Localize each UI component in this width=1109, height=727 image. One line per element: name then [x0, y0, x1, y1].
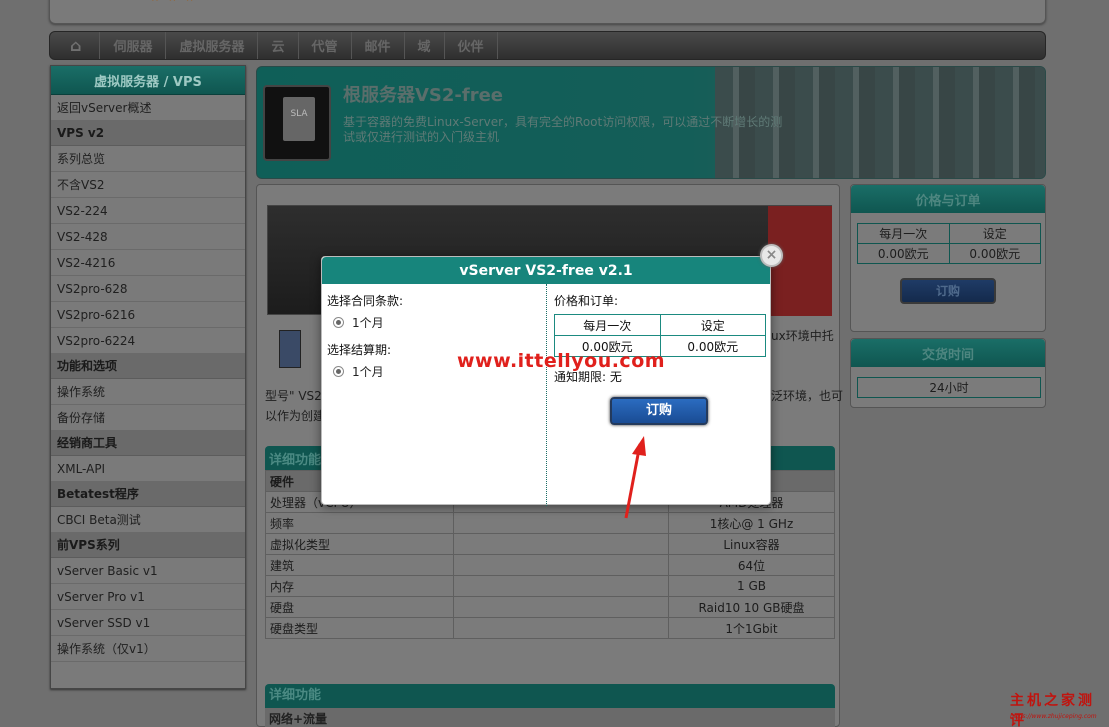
corner-logo: 主机之家测评: [1010, 693, 1095, 727]
contract-label: 选择合同条款:: [327, 294, 404, 308]
radio-selected-icon[interactable]: [333, 317, 344, 328]
modal-options: 选择合同条款: 1个月 选择结算期: 1个月: [322, 284, 547, 506]
watermark-text: www.ittellyou.com: [457, 350, 666, 372]
modal-order-button[interactable]: 订购: [610, 397, 708, 425]
contract-radio[interactable]: 1个月: [333, 314, 384, 331]
price-col-setup: 设定: [659, 314, 766, 336]
close-icon[interactable]: ×: [760, 244, 783, 267]
billing-label: 选择结算期:: [327, 343, 392, 357]
modal-pricing: 价格和订单: 每月一次 设定 0.00欧元 0.00欧元 通知期限: 无 订购: [548, 284, 772, 506]
annotation-arrow-icon: [624, 436, 646, 519]
price-label: 价格和订单:: [554, 294, 619, 308]
modal-title: vServer VS2-free v2.1: [322, 257, 770, 284]
billing-radio[interactable]: 1个月: [333, 363, 384, 380]
contract-option-label: 1个月: [352, 316, 384, 330]
order-modal: vServer VS2-free v2.1 选择合同条款: 1个月 选择结算期:…: [321, 256, 772, 506]
billing-option-label: 1个月: [352, 365, 384, 379]
corner-url: https://www.zhujiceping.com: [1010, 713, 1097, 720]
price-setup: 0.00欧元: [659, 335, 766, 357]
price-col-monthly: 每月一次: [554, 314, 661, 336]
radio-selected-icon[interactable]: [333, 366, 344, 377]
